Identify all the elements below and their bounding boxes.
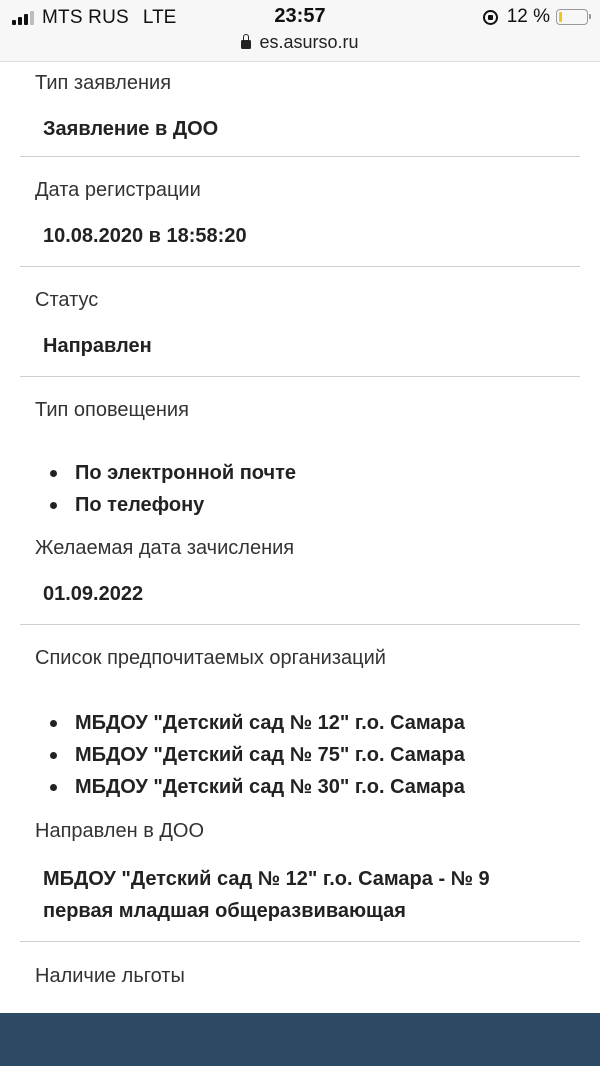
list-item: По электронной почте <box>48 457 580 489</box>
organizations-list: МБДОУ "Детский сад № 12" г.о. Самара МБД… <box>35 707 580 803</box>
status-value: Направлен <box>43 335 152 357</box>
url-text[interactable]: es.asurso.ru <box>259 32 358 53</box>
field-label: Дата регистрации <box>35 179 201 201</box>
status-bar: MTS RUS LTE 23:57 12 % es.asurso.ru <box>0 0 600 62</box>
field-desired-enrollment-date: Желаемая дата зачисления 01.09.2022 <box>0 521 600 610</box>
field-label: Тип заявления <box>35 72 172 94</box>
field-status: Статус Направлен <box>0 267 600 362</box>
field-label: Тип оповещения <box>35 399 189 421</box>
field-directed-to: Направлен в ДОО МБДОУ "Детский сад № 12"… <box>0 803 600 927</box>
field-preferred-organizations: Список предпочитаемых организаций МБДОУ … <box>0 625 600 803</box>
lock-icon <box>241 34 252 49</box>
application-details: Тип заявления Заявление в ДОО Дата регис… <box>0 62 600 988</box>
status-right: 12 % <box>482 6 591 28</box>
address-bar[interactable]: es.asurso.ru <box>0 32 600 53</box>
battery-icon <box>556 9 591 25</box>
list-item: МБДОУ "Детский сад № 75" г.о. Самара <box>48 739 580 771</box>
field-label: Статус <box>35 289 99 311</box>
field-value: Заявление в ДОО <box>43 118 219 140</box>
field-notification-type: Тип оповещения По электронной почте По т… <box>0 377 600 521</box>
field-label: Наличие льготы <box>35 965 185 987</box>
field-value-line: МБДОУ "Детский сад № 12" г.о. Самара - №… <box>43 868 490 890</box>
bottom-bar <box>0 1013 600 1066</box>
field-benefit: Наличие льготы <box>0 942 600 988</box>
field-value-line: первая младшая общеразвивающая <box>43 900 406 922</box>
list-item: МБДОУ "Детский сад № 30" г.о. Самара <box>48 771 580 803</box>
notification-list: По электронной почте По телефону <box>35 457 580 521</box>
list-item: МБДОУ "Детский сад № 12" г.о. Самара <box>48 707 580 739</box>
field-label: Направлен в ДОО <box>35 820 205 842</box>
field-value: 01.09.2022 <box>43 583 144 605</box>
list-item: По телефону <box>48 489 580 521</box>
field-value: 10.08.2020 в 18:58:20 <box>43 225 247 247</box>
field-label: Список предпочитаемых организаций <box>35 647 386 669</box>
rotation-lock-icon <box>482 9 498 25</box>
field-registration-date: Дата регистрации 10.08.2020 в 18:58:20 <box>0 157 600 252</box>
field-label: Желаемая дата зачисления <box>35 537 295 559</box>
battery-percent: 12 % <box>506 6 550 27</box>
battery-level-fill <box>559 12 562 22</box>
field-application-type: Тип заявления Заявление в ДОО <box>0 62 600 145</box>
